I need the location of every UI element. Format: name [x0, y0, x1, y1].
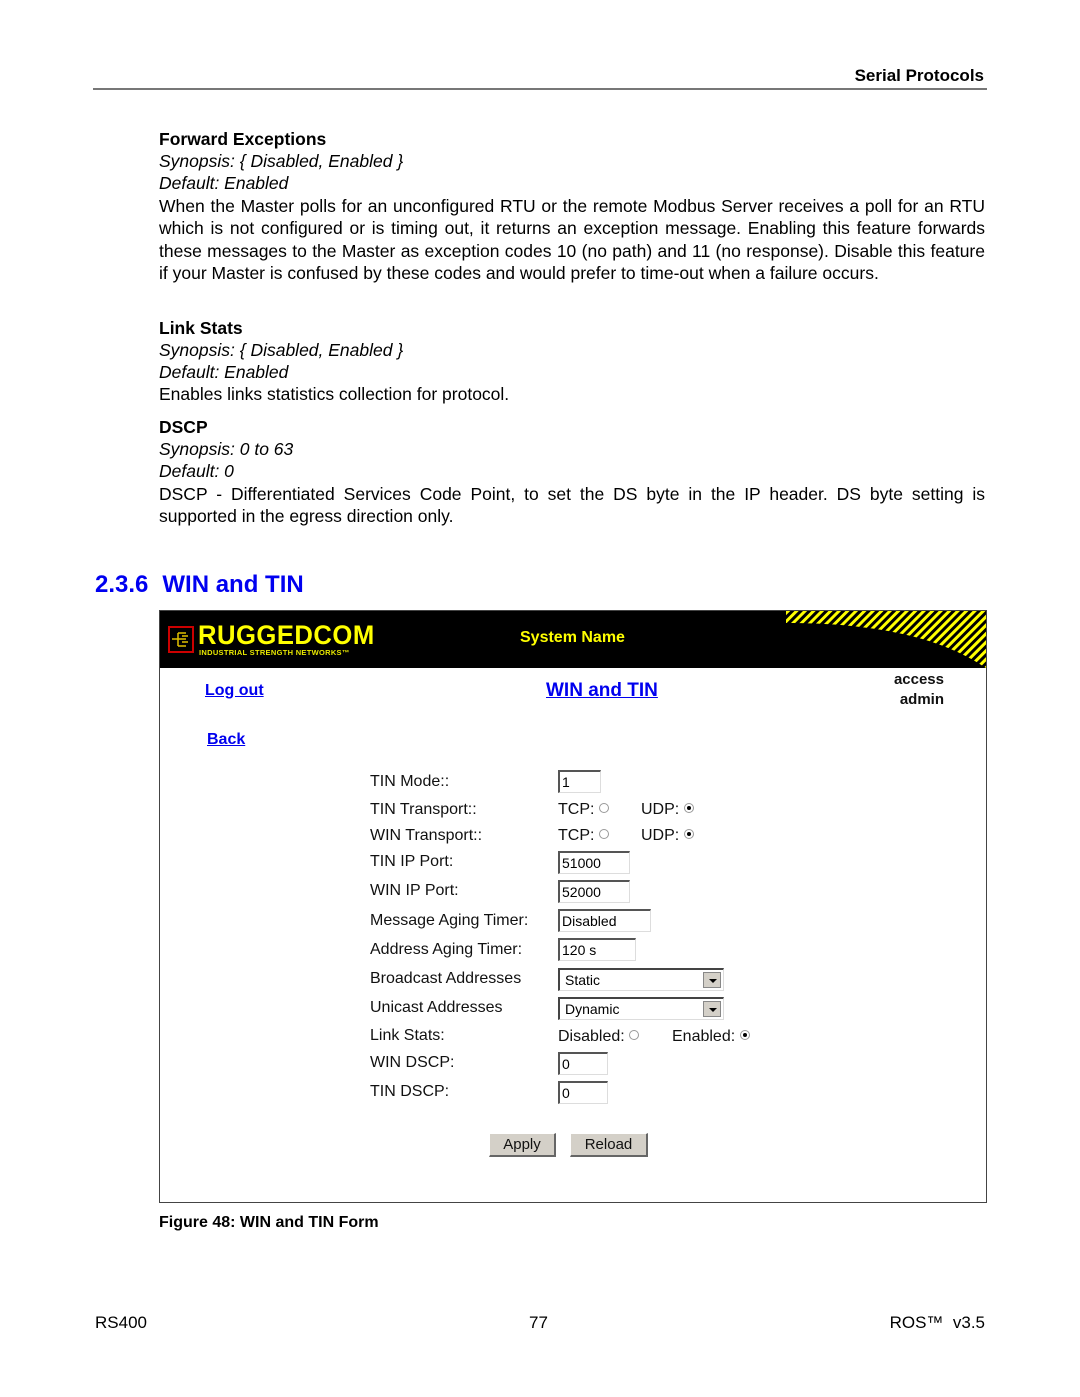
link-stats-disabled: Disabled: — [558, 1028, 640, 1046]
tin-mode-input[interactable]: 1 — [558, 770, 601, 793]
param-synopsis: Synopsis: 0 to 63 — [159, 439, 294, 459]
message-aging-input[interactable]: Disabled — [558, 909, 651, 932]
win-dscp-input[interactable]: 0 — [558, 1052, 608, 1075]
win-transport-tcp-radio[interactable] — [598, 829, 609, 839]
section-number: 2.3.6 — [95, 571, 149, 598]
broadcast-addresses-value: Static — [565, 972, 601, 988]
access-user: admin — [899, 691, 944, 708]
running-header: Serial Protocols — [854, 66, 984, 85]
chevron-down-icon[interactable] — [703, 1001, 721, 1017]
tin-transport-udp-radio[interactable] — [683, 803, 694, 813]
header-rule — [93, 88, 987, 90]
param-description: Enables links statistics collection for … — [159, 384, 510, 404]
enabled-label: Enabled: — [672, 1028, 736, 1045]
stripe-decoration-icon — [786, 611, 986, 668]
tcp-label: TCP: — [558, 801, 595, 818]
page-title-link[interactable]: WIN and TIN — [546, 680, 658, 702]
udp-label: UDP: — [641, 827, 680, 844]
param-synopsis: Synopsis: { Disabled, Enabled } — [159, 340, 404, 360]
figure-caption: Figure 48: WIN and TIN Form — [159, 1214, 379, 1231]
section-title: WIN and TIN — [162, 571, 304, 598]
tin-transport-label: TIN Transport:: — [370, 801, 477, 818]
win-transport-label: WIN Transport:: — [370, 827, 483, 844]
system-name: System Name — [520, 629, 625, 646]
logo-tagline: INDUSTRIAL STRENGTH NETWORKS™ — [199, 648, 350, 657]
logo-network-icon — [168, 626, 194, 653]
access-info: access admin — [894, 670, 944, 710]
param-name-link-stats: Link Stats — [159, 318, 243, 338]
tin-dscp-input[interactable]: 0 — [558, 1081, 608, 1104]
link-stats-label: Link Stats: — [370, 1027, 445, 1044]
section-heading: 2.3.6 WIN and TIN — [95, 571, 304, 599]
win-dscp-label: WIN DSCP: — [370, 1054, 455, 1071]
back-link[interactable]: Back — [207, 731, 245, 749]
broadcast-addresses-select[interactable]: Static — [558, 968, 724, 991]
tin-dscp-label: TIN DSCP: — [370, 1083, 450, 1100]
param-default: Default: Enabled — [159, 173, 289, 193]
tin-ip-port-input[interactable]: 51000 — [558, 851, 630, 874]
param-default: Default: Enabled — [159, 362, 289, 382]
logo: RUGGEDCOM — [198, 620, 375, 650]
win-ip-port-input[interactable]: 52000 — [558, 880, 630, 903]
tin-mode-label: TIN Mode:: — [370, 773, 450, 790]
param-description: DSCP - Differentiated Services Code Poin… — [159, 484, 985, 527]
address-aging-label: Address Aging Timer: — [370, 941, 523, 958]
reload-button[interactable]: Reload — [570, 1133, 648, 1157]
param-name-dscp: DSCP — [159, 417, 208, 437]
chevron-down-icon[interactable] — [703, 972, 721, 988]
apply-button[interactable]: Apply — [489, 1133, 556, 1157]
link-stats-disabled-radio[interactable] — [629, 1030, 640, 1040]
broadcast-addresses-label: Broadcast Addresses — [370, 970, 522, 987]
win-tin-form-figure: RUGGEDCOM INDUSTRIAL STRENGTH NETWORKS™ … — [159, 610, 987, 1203]
param-description: When the Master polls for an unconfigure… — [159, 196, 985, 283]
win-transport-tcp: TCP: — [558, 827, 609, 845]
tin-transport-tcp: TCP: — [558, 801, 609, 819]
access-label: access — [893, 671, 944, 688]
udp-label: UDP: — [641, 801, 680, 818]
tin-ip-port-label: TIN IP Port: — [370, 853, 454, 870]
disabled-label: Disabled: — [558, 1028, 625, 1045]
footer-version: ROS™ v3.5 — [889, 1313, 985, 1332]
message-aging-label: Message Aging Timer: — [370, 912, 529, 929]
tcp-label: TCP: — [558, 827, 595, 844]
footer-product: RS400 — [95, 1313, 147, 1332]
logout-link[interactable]: Log out — [205, 682, 264, 700]
unicast-addresses-label: Unicast Addresses — [370, 999, 503, 1016]
link-stats-enabled-radio[interactable] — [739, 1030, 750, 1040]
tin-transport-tcp-radio[interactable] — [598, 803, 609, 813]
link-stats-enabled: Enabled: — [672, 1028, 750, 1046]
win-ip-port-label: WIN IP Port: — [370, 882, 459, 899]
address-aging-input[interactable]: 120 s — [558, 938, 636, 961]
footer-page-number: 77 — [529, 1313, 548, 1332]
unicast-addresses-select[interactable]: Dynamic — [558, 997, 724, 1020]
banner: RUGGEDCOM INDUSTRIAL STRENGTH NETWORKS™ … — [160, 611, 986, 668]
win-transport-udp-radio[interactable] — [683, 829, 694, 839]
unicast-addresses-value: Dynamic — [565, 1001, 620, 1017]
win-transport-udp: UDP: — [641, 827, 694, 845]
tin-transport-udp: UDP: — [641, 801, 694, 819]
param-name-forward-exceptions: Forward Exceptions — [159, 129, 327, 149]
param-synopsis: Synopsis: { Disabled, Enabled } — [159, 151, 404, 171]
param-default: Default: 0 — [159, 461, 234, 481]
